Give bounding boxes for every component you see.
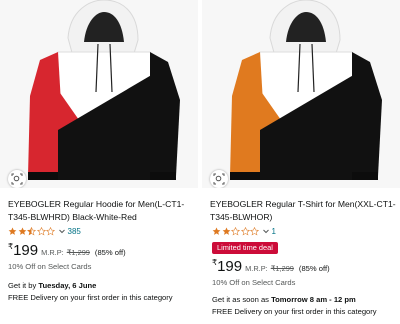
visual-search-icon[interactable] [210,170,228,188]
free-delivery: FREE Delivery on your first order in thi… [8,293,173,302]
star-full-icon [18,227,26,235]
star-half-icon [27,226,36,235]
star-full-icon [8,227,17,235]
product-title[interactable]: EYEBOGLER Regular T-Shirt for Men(XXL-CT… [210,198,396,224]
delivery-date-line: Get it by Tuesday, 6 June [8,280,194,292]
hoodie-image [0,0,198,188]
mrp-label: M.R.P: [245,264,268,273]
delivery-prefix: Get it by [8,281,39,290]
rating-row[interactable]: 1 [212,226,276,236]
star-full-icon [212,227,221,235]
hoodie-image [202,0,400,188]
price-row[interactable]: ₹ 199 M.R.P: ₹1,299 (85% off) [8,242,126,259]
delivery-info: Get it as soon as Tomorrow 8 am - 12 pm … [212,294,398,318]
discount: (85% off) [298,264,330,273]
star-empty-icon [231,226,240,235]
product-title[interactable]: EYEBOGLER Regular Hoodie for Men(L-CT1-T… [8,198,194,224]
visual-search-icon[interactable] [8,170,26,188]
delivery-date: Tuesday, 6 June [38,281,97,290]
delivery-date-line: Get it as soon as Tomorrow 8 am - 12 pm [212,294,398,306]
mrp-value: ₹1,299 [66,248,90,257]
star-rating[interactable] [8,226,56,236]
price-row[interactable]: ₹ 199 M.R.P: ₹1,299 (85% off) [212,258,330,275]
star-empty-icon [46,226,55,235]
product-image[interactable] [202,0,400,188]
mrp-value: ₹1,299 [270,264,294,273]
product-card[interactable]: EYEBOGLER Regular T-Shirt for Men(XXL-CT… [202,0,400,324]
product-card[interactable]: EYEBOGLER Regular Hoodie for Men(L-CT1-T… [0,0,198,324]
star-rating[interactable] [212,226,260,236]
card-offer: 10% Off on Select Cards [212,278,296,287]
delivery-info: Get it by Tuesday, 6 June FREE Delivery … [8,280,194,304]
deal-badge: Limited time deal [212,242,278,254]
star-empty-icon [36,226,46,235]
free-delivery: FREE Delivery on your first order in thi… [212,307,377,316]
price: 199 [13,242,39,259]
rating-count[interactable]: 1 [272,227,276,236]
card-offer: 10% Off on Select Cards [8,262,92,271]
delivery-prefix: Get it as soon as [212,295,272,304]
currency-symbol: ₹ [212,258,218,267]
chevron-down-icon[interactable] [58,227,66,235]
discount: (85% off) [94,248,126,257]
rating-row[interactable]: 385 [8,226,81,236]
rating-count[interactable]: 385 [68,227,81,236]
mrp-label: M.R.P: [41,248,64,257]
star-full-icon [222,227,230,235]
delivery-date: Tomorrow 8 am - 12 pm [271,295,356,304]
product-image[interactable] [0,0,198,188]
star-empty-icon [240,226,250,235]
currency-symbol: ₹ [8,242,14,251]
price: 199 [217,258,243,275]
star-empty-icon [250,226,259,235]
chevron-down-icon[interactable] [262,227,270,235]
